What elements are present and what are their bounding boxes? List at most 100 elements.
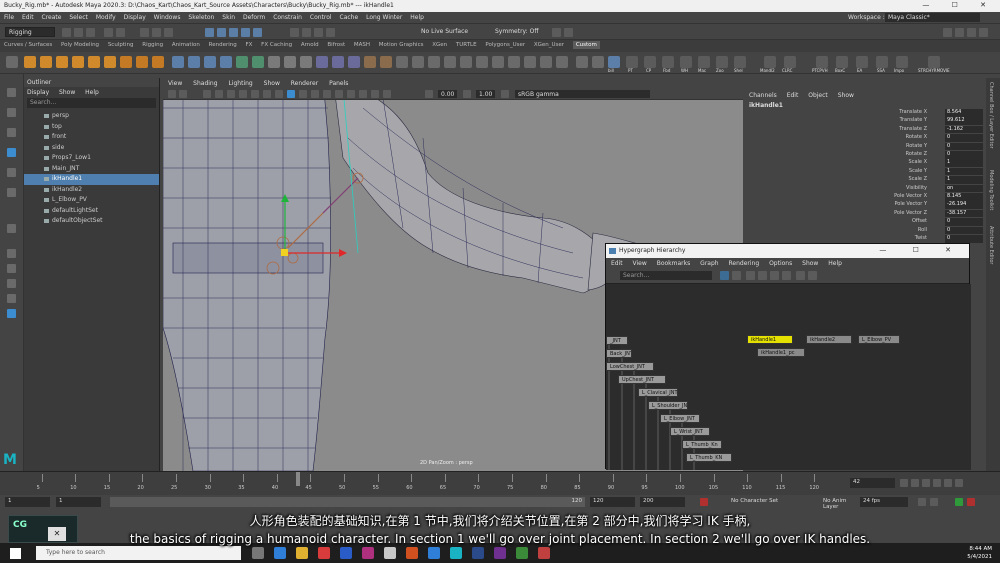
channel-attribute-value[interactable]: 0 xyxy=(945,151,983,159)
channel-attribute-value[interactable]: 0 xyxy=(945,218,983,226)
viewport-menu-lighting[interactable]: Lighting xyxy=(228,80,252,87)
symmetry-label[interactable]: Symmetry: Off xyxy=(492,27,542,37)
key-icon[interactable] xyxy=(955,498,963,506)
tool-settings-icon[interactable] xyxy=(967,28,976,37)
window-controls[interactable]: — ☐ ✕ xyxy=(922,1,996,9)
app-icon[interactable] xyxy=(538,547,550,559)
app-icon[interactable] xyxy=(494,547,506,559)
maya-taskbar-icon[interactable] xyxy=(450,547,462,559)
cube-icon[interactable] xyxy=(24,56,36,68)
start-frame-field[interactable]: 1 xyxy=(5,497,50,507)
render-settings-icon[interactable] xyxy=(326,28,335,37)
undo-icon[interactable] xyxy=(104,28,113,37)
far-clip-field[interactable]: 1.00 xyxy=(476,90,496,98)
viewport-menu-renderer[interactable]: Renderer xyxy=(291,80,318,87)
hypergraph-node-selected[interactable]: ikHandle1 xyxy=(747,335,793,344)
outliner-layout-icon[interactable] xyxy=(7,309,16,318)
channel-attribute-value[interactable]: 8.564 xyxy=(945,109,983,117)
windows-start-icon[interactable] xyxy=(10,548,21,559)
smooth-shade-icon[interactable] xyxy=(227,90,235,98)
shelf-tab[interactable]: Bifrost xyxy=(327,42,345,48)
poly-sphere-icon[interactable] xyxy=(136,56,148,68)
gamma-icon[interactable] xyxy=(383,90,391,98)
rotate-tool-icon[interactable] xyxy=(7,168,16,177)
shelf-script-icon[interactable] xyxy=(662,56,674,68)
color-space-dropdown[interactable]: sRGB gamma xyxy=(515,90,650,98)
snap-grid-icon[interactable] xyxy=(205,28,214,37)
menu-skeleton[interactable]: Skeleton xyxy=(188,14,214,21)
scale-tool-icon[interactable] xyxy=(7,188,16,197)
four-view-icon[interactable] xyxy=(7,264,16,273)
side-tab-attribute-editor[interactable]: Attribute Editor xyxy=(988,226,994,264)
menu-edit[interactable]: Edit xyxy=(22,14,34,21)
go-start-icon[interactable] xyxy=(900,479,908,487)
shelf-settings-icon[interactable] xyxy=(6,56,18,68)
hypergraph-node[interactable]: L_Thumb_KN xyxy=(686,453,732,462)
step-forward-icon[interactable] xyxy=(944,479,952,487)
shelf-tab[interactable]: FX xyxy=(245,42,252,48)
blendshape-icon[interactable] xyxy=(508,56,520,68)
channel-attribute-row[interactable]: Pole Vector Y -26.194 xyxy=(865,201,985,209)
shelf-script-icon[interactable] xyxy=(734,56,746,68)
shelf-tab[interactable]: Rigging xyxy=(142,42,163,48)
channel-attribute-row[interactable]: Scale Z 1 xyxy=(865,176,985,184)
current-frame-field[interactable]: 42 xyxy=(850,478,895,488)
center-pivot-icon[interactable] xyxy=(284,56,296,68)
app-icon[interactable] xyxy=(428,547,440,559)
fps-dropdown[interactable]: 24 fps xyxy=(860,497,908,507)
menu-cache[interactable]: Cache xyxy=(340,14,359,21)
frame-all-icon[interactable] xyxy=(746,271,755,280)
last-tool-icon[interactable] xyxy=(7,224,16,233)
color-management-icon[interactable] xyxy=(501,90,509,98)
isolate-icon[interactable] xyxy=(299,90,307,98)
hypergraph-node[interactable]: UpChest_JNT xyxy=(618,375,666,384)
menuset-dropdown[interactable]: Rigging xyxy=(5,27,55,37)
side-tab-modeling-toolkit[interactable]: Modeling Toolkit xyxy=(988,170,994,210)
menu-select[interactable]: Select xyxy=(69,14,88,21)
menu-display[interactable]: Display xyxy=(124,14,146,21)
hypergraph-node[interactable]: L_Elbow_JNT xyxy=(660,414,700,423)
current-time-marker[interactable] xyxy=(296,472,300,486)
hypergraph-node[interactable]: ikHandle1_pc xyxy=(757,348,805,357)
channel-attribute-value[interactable]: -1.162 xyxy=(945,125,983,134)
freeze-icon[interactable] xyxy=(268,56,280,68)
paint-weights-icon[interactable] xyxy=(220,56,232,68)
play-back-icon[interactable] xyxy=(922,479,930,487)
select-hierarchy-icon[interactable] xyxy=(140,28,149,37)
outliner-icon[interactable] xyxy=(316,56,328,68)
shelf-script-icon[interactable] xyxy=(928,56,940,68)
mirror-joint-icon[interactable] xyxy=(236,56,248,68)
outliner-item[interactable]: side xyxy=(24,143,159,154)
persp-outliner-icon[interactable] xyxy=(7,279,16,288)
shelf-tab[interactable]: MASH xyxy=(354,42,370,48)
menu-file[interactable]: File xyxy=(4,14,14,21)
outliner-item[interactable]: front xyxy=(24,132,159,143)
film-gate-icon[interactable] xyxy=(323,90,331,98)
app-icon[interactable] xyxy=(516,547,528,559)
shelf-tab[interactable]: FX Caching xyxy=(261,42,292,48)
history-icon[interactable] xyxy=(290,28,299,37)
hypergraph-search-input[interactable]: Search... xyxy=(620,271,712,280)
shelf-script-icon[interactable] xyxy=(836,56,848,68)
toggle-icon[interactable] xyxy=(564,28,573,37)
panel-layout-icon[interactable] xyxy=(943,28,952,37)
channel-attribute-row[interactable]: Roll 0 xyxy=(865,226,985,235)
persp-graph-icon[interactable] xyxy=(7,294,16,303)
shelf-tab[interactable]: Motion Graphics xyxy=(379,42,424,48)
character-set-dropdown[interactable]: No Character Set xyxy=(728,497,813,507)
end-frame-field[interactable]: 200 xyxy=(640,497,685,507)
channel-attribute-row[interactable]: Pole Vector Z -38.157 xyxy=(865,209,985,218)
shelf-script-icon[interactable] xyxy=(764,56,776,68)
textured-icon[interactable] xyxy=(239,90,247,98)
channel-attribute-row[interactable]: Pole Vector X 8.145 xyxy=(865,193,985,201)
resolution-gate-icon[interactable] xyxy=(311,90,319,98)
poly-plane-icon[interactable] xyxy=(152,56,164,68)
channel-attribute-value[interactable]: 0 xyxy=(945,226,983,235)
outliner-item[interactable]: ikHandle2 xyxy=(24,185,159,196)
locator-icon[interactable] xyxy=(460,56,472,68)
hypergraph-node[interactable]: Back_JNT xyxy=(606,349,632,358)
shelf-tab[interactable]: XGen xyxy=(432,42,447,48)
outliner-item[interactable]: L_Elbow_PV xyxy=(24,195,159,206)
parent-icon[interactable] xyxy=(412,56,424,68)
menu-constrain[interactable]: Constrain xyxy=(273,14,302,21)
